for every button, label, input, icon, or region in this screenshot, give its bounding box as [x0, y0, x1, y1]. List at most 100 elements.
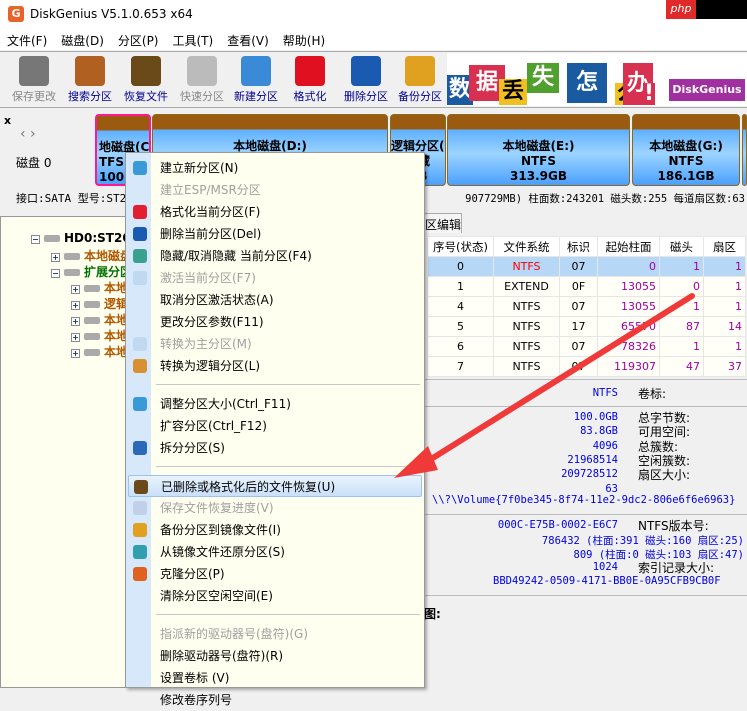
- menu-item[interactable]: 已删除或格式化后的文件恢复(U): [128, 475, 422, 497]
- tree-item[interactable]: − 扩展分区: [51, 263, 132, 280]
- menu-3[interactable]: 工具(T): [166, 30, 221, 50]
- expand-icon[interactable]: +: [71, 317, 80, 326]
- expand-icon[interactable]: +: [71, 349, 80, 358]
- collapse-icon[interactable]: −: [31, 235, 40, 244]
- column-header[interactable]: 序号(状态): [427, 236, 494, 257]
- column-header[interactable]: 起始柱面: [597, 236, 660, 257]
- menu-bar: 文件(F) 磁盘(D) 分区(P) 工具(T) 查看(V) 帮助(H): [0, 30, 747, 50]
- expand-icon[interactable]: +: [71, 301, 80, 310]
- column-header[interactable]: 磁头: [659, 236, 704, 257]
- column-header[interactable]: 标识: [559, 236, 598, 257]
- menu-separator: [156, 466, 420, 467]
- menu-item-label: 建立ESP/MSR分区: [160, 183, 261, 197]
- new-partition-icon: [133, 161, 147, 175]
- menu-4[interactable]: 查看(V): [220, 30, 276, 50]
- quick-partition-icon: [187, 56, 217, 86]
- column-header[interactable]: 文件系统: [493, 236, 560, 257]
- toolbar-button-0[interactable]: 保存更改: [6, 56, 62, 104]
- menu-item-label: 转换为逻辑分区(L): [160, 359, 261, 373]
- menu-separator: [156, 384, 420, 385]
- detail-label: 卷标:: [638, 387, 667, 401]
- menu-item[interactable]: 保存文件恢复进度(V): [128, 497, 422, 519]
- toolbar-label: 恢复文件: [124, 90, 168, 103]
- menu-item[interactable]: 扩容分区(Ctrl_F12): [128, 415, 422, 437]
- menu-item[interactable]: 删除驱动器号(盘符)(R): [128, 645, 422, 667]
- delete-icon: [351, 56, 381, 86]
- expand-icon[interactable]: +: [51, 253, 60, 262]
- expand-icon[interactable]: +: [71, 285, 80, 294]
- menu-2[interactable]: 分区(P): [111, 30, 166, 50]
- table-cell: 1: [427, 276, 494, 297]
- menu-0[interactable]: 文件(F): [0, 30, 54, 50]
- menu-item[interactable]: 激活当前分区(F7): [128, 267, 422, 289]
- tab-partition-edit[interactable]: 区编辑: [422, 213, 462, 233]
- toolbar-button-5[interactable]: 格式化: [282, 56, 338, 104]
- divider: [424, 379, 747, 380]
- menu-item[interactable]: 清除分区空闲空间(E): [128, 585, 422, 607]
- disk-icon: [84, 285, 100, 292]
- promo-banner[interactable]: 数据丢失怎么办!DiskGenius: [447, 53, 747, 106]
- toolbar-button-2[interactable]: 恢复文件: [118, 56, 174, 104]
- menu-item[interactable]: 调整分区大小(Ctrl_F11): [128, 393, 422, 415]
- close-icon[interactable]: x: [4, 114, 11, 127]
- menu-item-label: 修改卷序列号: [160, 693, 233, 707]
- partition-block[interactable]: 本地磁盘(E:) NTFS 313.9GB: [447, 114, 630, 186]
- toolbar-button-3[interactable]: 快速分区: [174, 56, 230, 104]
- detail-value: \\?\Volume{7f0be345-8f74-11e2-9dc2-806e6…: [432, 494, 736, 506]
- menu-item[interactable]: 设置卷标 (V): [128, 667, 422, 689]
- collapse-icon[interactable]: −: [51, 269, 60, 278]
- table-cell: 78326: [597, 336, 660, 357]
- disk-nav-arrows[interactable]: ‹ ›: [20, 126, 36, 142]
- table-cell: 4: [427, 296, 494, 317]
- menu-item[interactable]: 删除当前分区(Del): [128, 223, 422, 245]
- detail-label: 扇区大小:: [638, 468, 691, 483]
- disk-icon: [84, 301, 100, 308]
- menu-item[interactable]: 隐藏/取消隐藏 当前分区(F4): [128, 245, 422, 267]
- table-row[interactable]: 4 NTFS 07 13055 1 1: [427, 296, 746, 317]
- menu-item[interactable]: 取消分区激活状态(A): [128, 289, 422, 311]
- table-row[interactable]: 7 NTFS 07 119307 47 37: [427, 356, 746, 377]
- menu-5[interactable]: 帮助(H): [276, 30, 332, 50]
- activate-icon: [133, 271, 147, 285]
- divider: [424, 514, 747, 515]
- toolbar-button-6[interactable]: 删除分区: [338, 56, 394, 104]
- menu-1[interactable]: 磁盘(D): [54, 30, 111, 50]
- expand-icon[interactable]: +: [71, 333, 80, 342]
- table-row[interactable]: 5 NTFS 17 65570 87 14: [427, 316, 746, 337]
- detail-label: 图:: [424, 607, 441, 621]
- menu-item[interactable]: 转换为逻辑分区(L): [128, 355, 422, 377]
- menu-item[interactable]: 修改卷序列号: [128, 689, 422, 711]
- menu-item[interactable]: 克隆分区(P): [128, 563, 422, 585]
- menu-item[interactable]: 转换为主分区(M): [128, 333, 422, 355]
- menu-item[interactable]: 格式化当前分区(F): [128, 201, 422, 223]
- toolbar-button-1[interactable]: 搜索分区: [62, 56, 118, 104]
- menu-item[interactable]: 从镜像文件还原分区(S): [128, 541, 422, 563]
- table-cell: 14: [703, 316, 746, 337]
- table-cell: 6: [427, 336, 494, 357]
- toolbar-label: 新建分区: [234, 90, 278, 103]
- delete-icon: [133, 227, 147, 241]
- table-cell: NTFS: [493, 336, 560, 357]
- toolbar-button-4[interactable]: 新建分区: [228, 56, 284, 104]
- menu-item-label: 调整分区大小(Ctrl_F11): [160, 397, 291, 411]
- partition-block[interactable]: [742, 114, 747, 186]
- table-cell: 87: [659, 316, 704, 337]
- table-row[interactable]: 1 EXTEND 0F 13055 0 1: [427, 276, 746, 297]
- column-header[interactable]: 扇区: [703, 236, 746, 257]
- resize-icon: [133, 397, 147, 411]
- table-row[interactable]: 6 NTFS 07 78326 1 1: [427, 336, 746, 357]
- table-row[interactable]: 0 NTFS 07 0 1 1: [427, 256, 746, 277]
- toolbar-label: 保存更改: [12, 90, 56, 103]
- menu-item-label: 从镜像文件还原分区(S): [160, 545, 285, 559]
- menu-item[interactable]: 建立新分区(N): [128, 157, 422, 179]
- table-cell: 0F: [559, 276, 598, 297]
- toolbar-button-7[interactable]: 备份分区: [392, 56, 448, 104]
- split-icon: [133, 441, 147, 455]
- menu-item[interactable]: 更改分区参数(F11): [128, 311, 422, 333]
- title-bar: G DiskGenius V5.1.0.653 x64: [0, 0, 747, 30]
- menu-item[interactable]: 拆分分区(S): [128, 437, 422, 459]
- menu-item[interactable]: 指派新的驱动器号(盘符)(G): [128, 623, 422, 645]
- partition-block[interactable]: 本地磁盘(G:) NTFS 186.1GB: [632, 114, 740, 186]
- menu-item[interactable]: 备份分区到镜像文件(I): [128, 519, 422, 541]
- menu-item[interactable]: 建立ESP/MSR分区: [128, 179, 422, 201]
